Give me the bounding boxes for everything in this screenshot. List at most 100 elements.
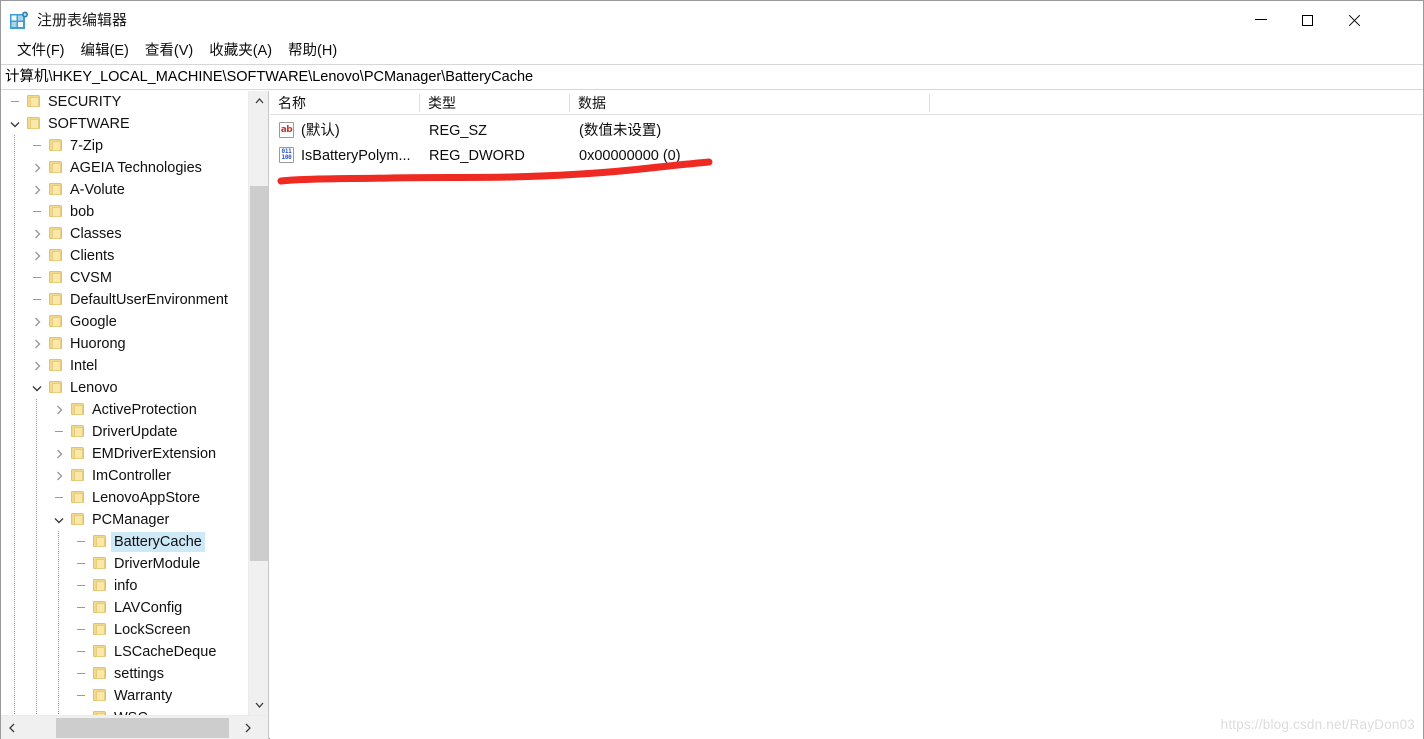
chevron-right-icon[interactable]	[29, 355, 45, 377]
tree-node-lavconfig[interactable]: LAVConfig	[1, 597, 247, 619]
tree-node-wsc[interactable]: WSC	[1, 707, 247, 715]
tree-node-classes[interactable]: Classes	[1, 223, 247, 245]
tree-node-info[interactable]: info	[1, 575, 247, 597]
menu-edit[interactable]: 编辑(E)	[73, 40, 137, 62]
tree-node-lenovoappstore[interactable]: LenovoAppStore	[1, 487, 247, 509]
tree-guide-line	[14, 707, 15, 715]
tree-node-activeprotection[interactable]: ActiveProtection	[1, 399, 247, 421]
tree-guide-line	[14, 421, 15, 443]
tree-guide-line	[58, 531, 59, 553]
tree-guide-line	[14, 179, 15, 201]
scroll-right-button[interactable]	[237, 716, 259, 739]
column-divider[interactable]	[929, 94, 930, 112]
tree-node-batterycache[interactable]: BatteryCache	[1, 531, 247, 553]
tree-node-bob[interactable]: bob	[1, 201, 247, 223]
tree-node-imcontroller[interactable]: ImController	[1, 465, 247, 487]
scroll-up-button[interactable]	[249, 91, 269, 111]
column-data[interactable]: 数据	[570, 91, 606, 115]
folder-icon	[71, 424, 87, 440]
tree-node-settings[interactable]: settings	[1, 663, 247, 685]
scroll-down-button[interactable]	[249, 695, 269, 715]
tree-vertical-scrollbar[interactable]	[248, 91, 268, 715]
tree-hscrollbar-thumb[interactable]	[56, 718, 229, 738]
chevron-down-icon[interactable]	[29, 377, 45, 399]
close-icon	[1347, 14, 1360, 27]
tree-node-google[interactable]: Google	[1, 311, 247, 333]
list-column-header: 名称 类型 数据	[270, 91, 1423, 115]
tree-node-label: Clients	[70, 248, 115, 264]
menu-file[interactable]: 文件(F)	[9, 40, 73, 62]
tree-guide-line	[58, 553, 59, 575]
tree-node-huorong[interactable]: Huorong	[1, 333, 247, 355]
tree-node-label: A-Volute	[70, 182, 125, 198]
chevron-right-icon[interactable]	[29, 311, 45, 333]
tree-node-ageia-technologies[interactable]: AGEIA Technologies	[1, 157, 247, 179]
chevron-down-icon[interactable]	[7, 113, 23, 135]
tree-node-label: SECURITY	[48, 94, 122, 110]
chevron-right-icon[interactable]	[29, 179, 45, 201]
tree-guide-line	[58, 619, 59, 641]
chevron-right-icon[interactable]	[51, 443, 67, 465]
column-name[interactable]: 名称	[270, 91, 306, 115]
tree-node-clients[interactable]: Clients	[1, 245, 247, 267]
tree-leaf-connector	[73, 619, 89, 641]
tree-node-defaultuserenvironment[interactable]: DefaultUserEnvironment	[1, 289, 247, 311]
tree-node-label: bob	[70, 204, 95, 220]
tree-leaf-connector	[29, 201, 45, 223]
folder-icon	[93, 688, 109, 704]
tree-node-label: Google	[70, 314, 117, 330]
tree-scrollbar-thumb[interactable]	[250, 186, 268, 561]
tree-node-emdriverextension[interactable]: EMDriverExtension	[1, 443, 247, 465]
tree-node-7-zip[interactable]: 7-Zip	[1, 135, 247, 157]
value-row[interactable]: 011 100 IsBatteryPolym... REG_DWORD 0x000000…	[270, 143, 1423, 168]
tree-guide-line	[58, 575, 59, 597]
tree-node-drivermodule[interactable]: DriverModule	[1, 553, 247, 575]
tree-node-a-volute[interactable]: A-Volute	[1, 179, 247, 201]
tree-node-warranty[interactable]: Warranty	[1, 685, 247, 707]
minimize-button[interactable]	[1238, 1, 1284, 39]
tree-node-driverupdate[interactable]: DriverUpdate	[1, 421, 247, 443]
tree-node-lscachedeque[interactable]: LSCacheDeque	[1, 641, 247, 663]
column-divider[interactable]	[569, 94, 570, 112]
folder-icon	[71, 490, 87, 506]
maximize-button[interactable]	[1284, 1, 1330, 39]
value-row[interactable]: ab (默认) REG_SZ (数值未设置)	[270, 118, 1423, 143]
tree-guide-line	[36, 465, 37, 487]
tree-node-label: settings	[114, 666, 164, 682]
tree-guide-line	[14, 487, 15, 509]
chevron-right-icon[interactable]	[29, 333, 45, 355]
chevron-right-icon[interactable]	[51, 399, 67, 421]
menu-help[interactable]: 帮助(H)	[280, 40, 345, 62]
folder-icon	[49, 226, 65, 242]
tree-horizontal-scrollbar[interactable]	[1, 715, 268, 739]
tree-guide-line	[14, 333, 15, 355]
address-bar[interactable]: 计算机\HKEY_LOCAL_MACHINE\SOFTWARE\Lenovo\P…	[1, 64, 1423, 90]
chevron-right-icon[interactable]	[29, 223, 45, 245]
menu-view[interactable]: 查看(V)	[137, 40, 201, 62]
tree-node-security[interactable]: SECURITY	[1, 91, 247, 113]
tree-guide-line	[36, 531, 37, 553]
registry-editor-window: 注册表编辑器 文件(F) 编辑(E) 查看(V) 收藏夹(A) 帮助(H) 计算机\HK…	[0, 0, 1424, 739]
tree-node-label: SOFTWARE	[48, 116, 130, 132]
tree-node-label: DriverModule	[114, 556, 201, 572]
column-type[interactable]: 类型	[420, 91, 456, 115]
tree-node-cvsm[interactable]: CVSM	[1, 267, 247, 289]
tree-guide-line	[36, 685, 37, 707]
chevron-down-icon[interactable]	[51, 509, 67, 531]
chevron-right-icon[interactable]	[29, 245, 45, 267]
tree-node-lenovo[interactable]: Lenovo	[1, 377, 247, 399]
folder-icon	[27, 94, 43, 110]
tree-node-software[interactable]: SOFTWARE	[1, 113, 247, 135]
close-button[interactable]	[1330, 1, 1376, 39]
folder-icon	[49, 358, 65, 374]
chevron-right-icon[interactable]	[29, 157, 45, 179]
column-divider[interactable]	[419, 94, 420, 112]
tree-node-label: ActiveProtection	[92, 402, 197, 418]
chevron-right-icon[interactable]	[51, 465, 67, 487]
menu-favorites[interactable]: 收藏夹(A)	[201, 40, 280, 62]
tree-node-intel[interactable]: Intel	[1, 355, 247, 377]
tree-guide-line	[58, 641, 59, 663]
tree-node-lockscreen[interactable]: LockScreen	[1, 619, 247, 641]
tree-node-pcmanager[interactable]: PCManager	[1, 509, 247, 531]
scroll-left-button[interactable]	[1, 716, 23, 739]
